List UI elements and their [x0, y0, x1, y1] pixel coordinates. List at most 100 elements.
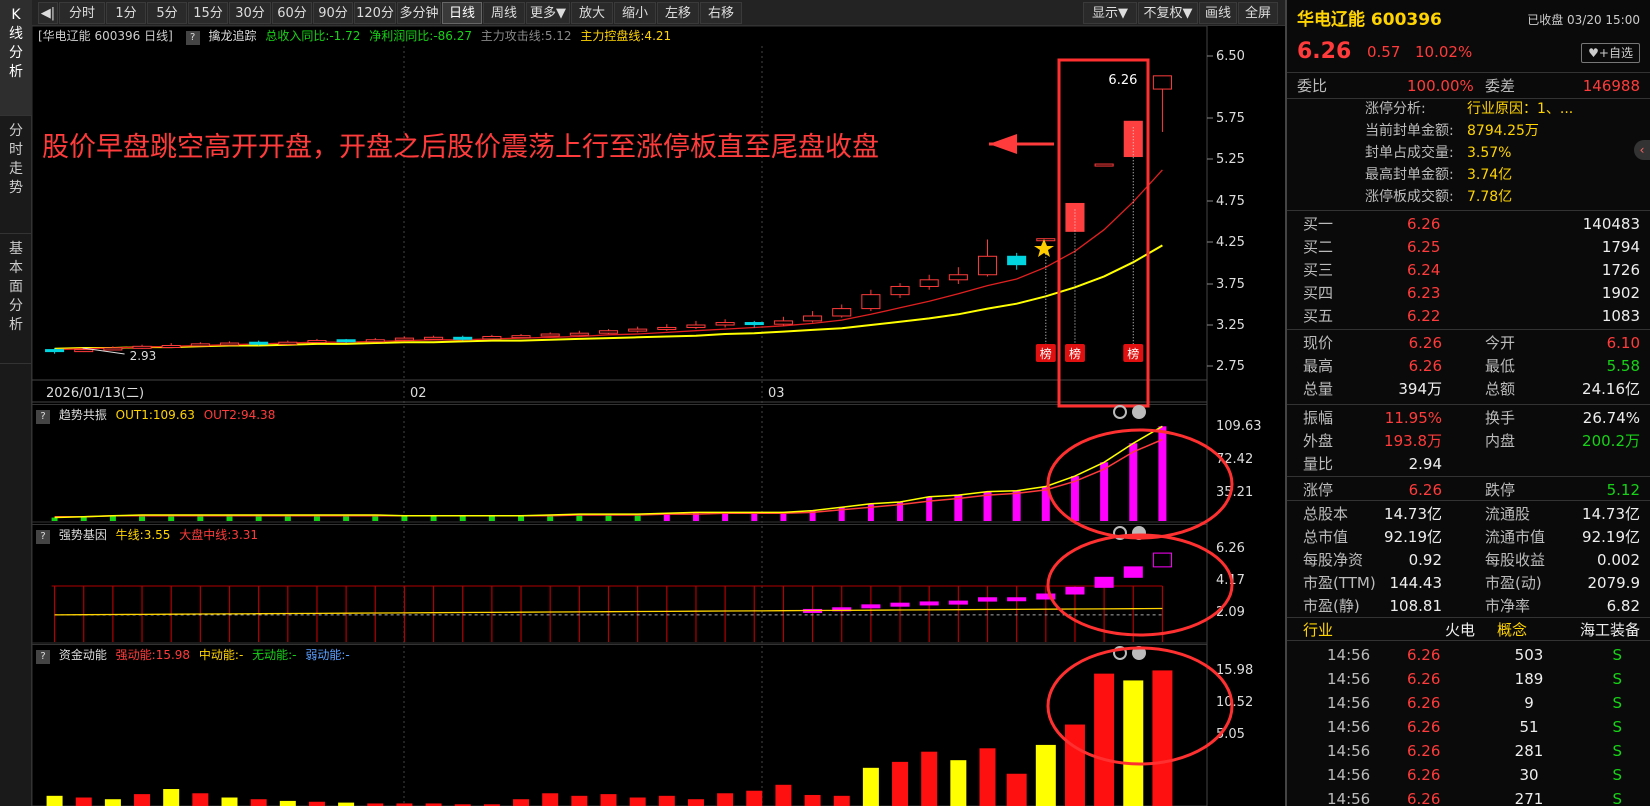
tick-time: 14:56 [1327, 718, 1371, 736]
tick-volume: 281 [1514, 742, 1544, 760]
stat-value: 5.58 [1606, 357, 1640, 375]
toolbar-button[interactable]: 放大 [571, 2, 613, 24]
limit-row: 涨停板成交额: 7.78亿 [1287, 186, 1650, 208]
toolbar-button[interactable]: 30分 [229, 2, 271, 24]
toolbar-button[interactable]: 左移 [657, 2, 699, 24]
toolbar-button[interactable]: 显示▼ [1083, 2, 1137, 24]
tab-intraday[interactable]: 分时走势 [0, 116, 32, 234]
toolbar-button[interactable]: 60分 [272, 2, 312, 24]
ind2-candle [1123, 566, 1143, 578]
ind3-bar [542, 793, 559, 806]
candle-body [1094, 163, 1114, 167]
toolbar-button[interactable]: 15分 [188, 2, 228, 24]
toolbar-button[interactable]: 画线 [1199, 2, 1237, 24]
tick-time: 14:56 [1327, 670, 1371, 688]
ind3-bar [571, 795, 588, 806]
limit-row: 当前封单金额: 8794.25万 [1287, 120, 1650, 142]
tick-price: 6.26 [1407, 646, 1441, 664]
ind1-bar [401, 515, 408, 521]
concept-value[interactable]: 海工装备 [1580, 618, 1640, 642]
limit-value: 7.78亿 [1467, 189, 1513, 205]
bid-label: 买四 [1303, 284, 1334, 302]
toolbar-button[interactable]: 更多▼ [526, 2, 570, 24]
stat-label: 每股净资 [1303, 551, 1364, 569]
price-axis-label: 3.75 [1216, 277, 1245, 292]
candle-body [219, 342, 240, 346]
quote-header: 华电辽能 600396 已收盘 03/20 15:00 [1287, 8, 1650, 34]
stock-title: 华电辽能 600396 [1297, 10, 1442, 30]
ind1-axis-label: 109.63 [1216, 419, 1262, 434]
limit-value[interactable]: 行业原因：1、... [1467, 98, 1573, 120]
collapse-arrow-icon[interactable]: ‹ [1634, 140, 1650, 160]
ind2-candle [861, 604, 881, 609]
tab-kline[interactable]: K线分析 [0, 0, 32, 116]
toolbar-button[interactable]: 右移 [700, 2, 742, 24]
stat-value: 144.43 [1389, 574, 1443, 592]
ind2-candle [977, 597, 998, 602]
limit-value: 3.74亿 [1467, 167, 1513, 183]
candle-body [628, 328, 648, 332]
candle-body [453, 336, 473, 340]
kline-chart[interactable]: 6.50 5.75 5.25 4.75 4.25 3.75 3.25 2.75 2026/01/… [32, 26, 1285, 806]
toolbar-button[interactable]: 多分钟 [397, 2, 441, 24]
candle-body [74, 349, 94, 353]
toolbar-button[interactable]: 日线 [442, 2, 482, 24]
ind3-bar [833, 795, 850, 806]
toolbar-button[interactable]: 不复权▼ [1138, 2, 1198, 24]
candle-body [249, 341, 269, 345]
ind3-bar [513, 799, 530, 806]
add-watchlist-button[interactable]: ♥+自选 [1581, 43, 1640, 63]
candle-body [278, 341, 298, 345]
price-axis-label: 3.25 [1216, 318, 1245, 333]
price-axis-label: 6.50 [1216, 49, 1245, 64]
toolbar-button[interactable]: 1分 [106, 2, 146, 24]
ind2-candle [1152, 552, 1172, 568]
stat-value: 2079.9 [1587, 574, 1641, 592]
stat-value: 200.2万 [1582, 432, 1640, 450]
ind1-bar [1012, 490, 1021, 521]
toolbar-button[interactable]: 周线 [483, 2, 525, 24]
annotation-text: 股价早盘跳空高开开盘，开盘之后股价震荡上行至涨停板直至尾盘收盘 [42, 132, 879, 163]
bid-price: 6.23 [1407, 284, 1441, 302]
gear-icon [1113, 405, 1127, 419]
candle-body [1152, 75, 1172, 90]
toolbar-button[interactable]: 缩小 [614, 2, 656, 24]
stat-value: 6.26 [1408, 481, 1442, 499]
toolbar-button[interactable]: 全屏 [1238, 2, 1278, 24]
industry-value[interactable]: 火电 [1445, 618, 1475, 642]
toolbar-button[interactable]: ◀| [38, 2, 58, 24]
ind2-candle [948, 600, 968, 605]
stat-label: 市盈(静) [1303, 597, 1360, 615]
ind3-bar [250, 799, 267, 806]
chart-area: [华电辽能 600396 日线] ? 擒龙追踪 总收入同比:-1.72 净利润同… [32, 26, 1285, 806]
stat-value: 0.002 [1597, 551, 1640, 569]
ind3-bar [862, 767, 879, 806]
bang-label: 榜 [1040, 346, 1052, 361]
bid-volume: 140483 [1582, 215, 1640, 233]
stat-label: 内盘 [1485, 432, 1516, 450]
tick-price: 6.26 [1407, 670, 1441, 688]
toolbar-button[interactable]: 120分 [354, 2, 396, 24]
ind2-candle [890, 602, 910, 607]
stat-value: 2.94 [1408, 455, 1442, 473]
toolbar-button[interactable]: 90分 [313, 2, 353, 24]
ind1-axis-label: 35.21 [1216, 485, 1253, 500]
candle-body [744, 322, 764, 326]
stat-label: 市盈(TTM) [1303, 574, 1376, 592]
toolbar-button[interactable]: 5分 [147, 2, 187, 24]
tick-time: 14:56 [1327, 646, 1371, 664]
ind3-bar [687, 799, 704, 806]
limit-label: 涨停分析: [1365, 101, 1426, 117]
tick-side: S [1612, 670, 1622, 688]
stat-value: 92.19亿 [1582, 528, 1640, 546]
stat-value: 6.26 [1408, 357, 1442, 375]
toolbar-button[interactable]: 分时 [59, 2, 105, 24]
candle-body [569, 332, 589, 336]
weibi-row: 委比 100.00% 委差 146988 [1287, 74, 1650, 98]
low-price-label: 2.93 [130, 349, 157, 363]
candle-body [715, 322, 735, 326]
stat-value: 6.26 [1408, 334, 1442, 352]
tab-fundamentals[interactable]: 基本面分析 [0, 234, 32, 364]
ind2-axis-label: 6.26 [1216, 541, 1245, 556]
candle-body [365, 339, 385, 343]
